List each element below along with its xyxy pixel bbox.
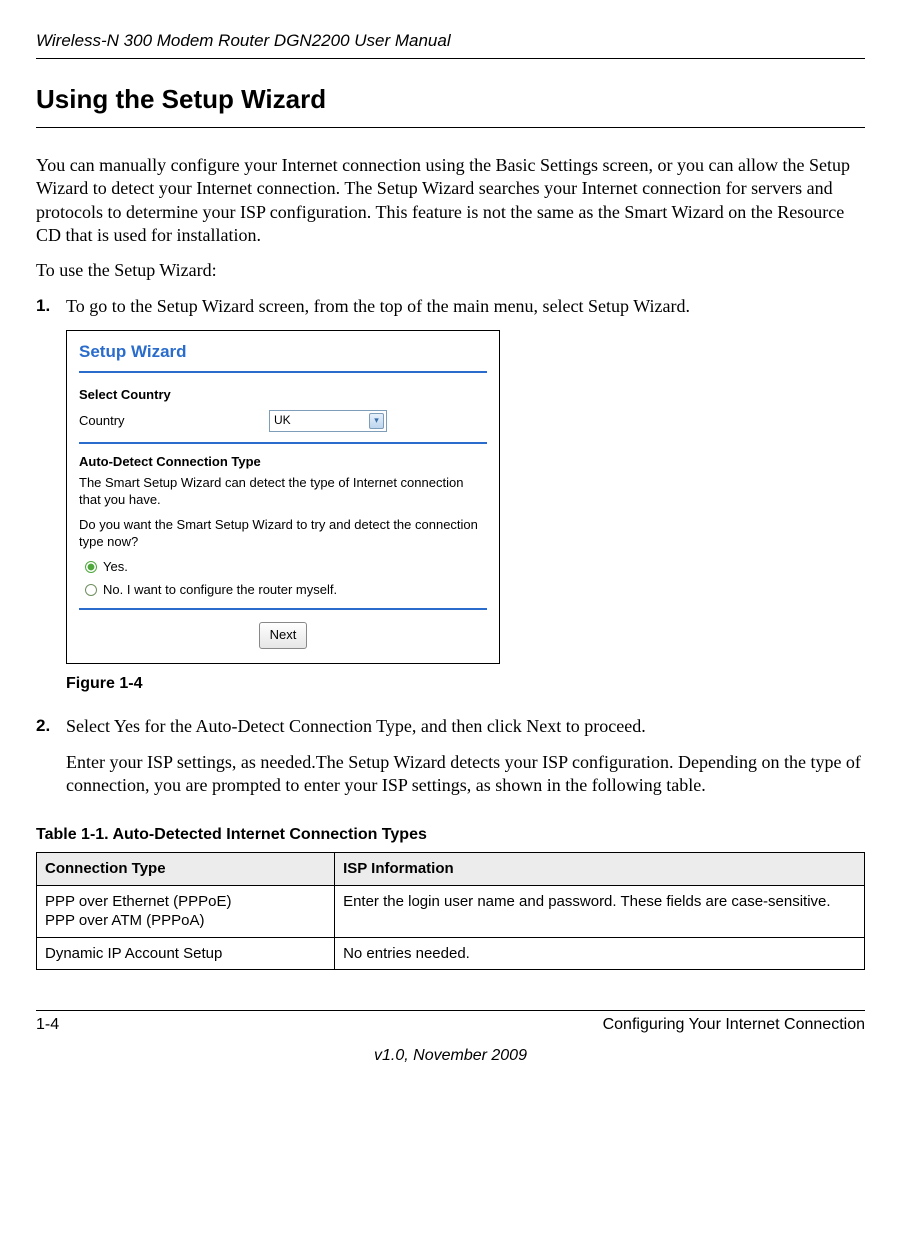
step-1-number: 1. <box>36 295 66 318</box>
manual-header: Wireless-N 300 Modem Router DGN2200 User… <box>36 30 865 59</box>
step-2: 2. Select Yes for the Auto-Detect Connec… <box>36 715 865 809</box>
wizard-title: Setup Wizard <box>79 341 487 373</box>
table-caption: Table 1-1. Auto-Detected Internet Connec… <box>36 825 865 846</box>
radio-yes-label: Yes. <box>103 559 128 576</box>
step-2-paragraph: Enter your ISP settings, as needed.The S… <box>66 751 865 798</box>
step-1: 1. To go to the Setup Wizard screen, fro… <box>36 295 865 318</box>
section-heading: Using the Setup Wizard <box>36 83 865 128</box>
table-cell-info: Enter the login user name and password. … <box>335 885 865 937</box>
intro-paragraph: You can manually configure your Internet… <box>36 154 865 248</box>
chevron-down-icon: ▾ <box>369 413 384 429</box>
footer-page-number: 1-4 <box>36 1015 59 1036</box>
setup-wizard-screenshot: Setup Wizard Select Country Country UK ▾… <box>66 330 500 664</box>
wizard-divider <box>79 608 487 610</box>
radio-yes-row[interactable]: Yes. <box>85 559 487 576</box>
footer-version: v1.0, November 2009 <box>36 1046 865 1067</box>
step-2-number: 2. <box>36 715 66 809</box>
table-row: PPP over Ethernet (PPPoE) PPP over ATM (… <box>37 885 865 937</box>
connection-types-table: Connection Type ISP Information PPP over… <box>36 852 865 970</box>
table-header-isp-info: ISP Information <box>335 853 865 886</box>
radio-no-label: No. I want to configure the router mysel… <box>103 582 337 599</box>
radio-yes-icon <box>85 561 97 573</box>
intro-lead: To use the Setup Wizard: <box>36 259 865 282</box>
page-footer: 1-4 Configuring Your Internet Connection… <box>36 1010 865 1067</box>
table-cell-type: Dynamic IP Account Setup <box>37 937 335 970</box>
step-2-text: Select Yes for the Auto-Detect Connectio… <box>66 715 865 738</box>
radio-no-icon <box>85 584 97 596</box>
autodetect-desc-1: The Smart Setup Wizard can detect the ty… <box>79 475 487 509</box>
country-label: Country <box>79 413 269 430</box>
radio-no-row[interactable]: No. I want to configure the router mysel… <box>85 582 487 599</box>
next-button[interactable]: Next <box>259 622 308 649</box>
table-row: Dynamic IP Account Setup No entries need… <box>37 937 865 970</box>
table-header-connection-type: Connection Type <box>37 853 335 886</box>
table-cell-info: No entries needed. <box>335 937 865 970</box>
select-country-heading: Select Country <box>79 387 487 404</box>
country-row: Country UK ▾ <box>79 408 487 444</box>
autodetect-desc-2: Do you want the Smart Setup Wizard to tr… <box>79 517 487 551</box>
country-select-value: UK <box>274 413 291 429</box>
country-select[interactable]: UK ▾ <box>269 410 387 432</box>
step-1-text: To go to the Setup Wizard screen, from t… <box>66 295 690 318</box>
footer-chapter: Configuring Your Internet Connection <box>603 1015 865 1036</box>
figure-caption: Figure 1-4 <box>66 674 865 695</box>
autodetect-heading: Auto-Detect Connection Type <box>79 454 487 471</box>
table-cell-type: PPP over Ethernet (PPPoE) PPP over ATM (… <box>37 885 335 937</box>
